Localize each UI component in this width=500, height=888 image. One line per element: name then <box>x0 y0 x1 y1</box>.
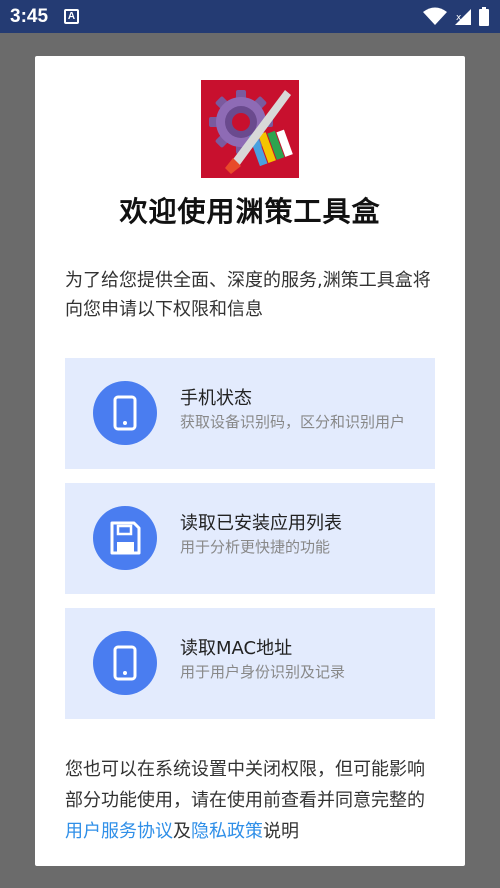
permission-title: 读取MAC地址 <box>180 638 293 659</box>
permission-description: 获取设备识别码，区分和识别用户 <box>180 413 406 431</box>
permission-dialog: 欢迎使用渊策工具盒 为了给您提供全面、深度的服务,渊策工具盒将向您申请以下权限和… <box>35 56 465 866</box>
permission-description: 用于用户身份识别及记录 <box>180 663 346 681</box>
app-notification-icon: A <box>64 9 79 24</box>
signal-icon: x <box>454 9 471 25</box>
permission-title: 读取已安装应用列表 <box>180 513 342 534</box>
intro-text: 为了给您提供全面、深度的服务,渊策工具盒将向您申请以下权限和信息 <box>65 270 431 320</box>
wifi-icon <box>422 7 447 25</box>
privacy-policy-link[interactable]: 隐私政策 <box>191 821 263 842</box>
permission-item-installed-apps: 读取已安装应用列表 用于分析更快捷的功能 <box>65 483 435 594</box>
permission-item-mac-address: 读取MAC地址 用于用户身份识别及记录 <box>65 608 435 719</box>
permission-title: 手机状态 <box>180 388 252 409</box>
status-icons: x <box>422 6 490 28</box>
gear-palette-icon <box>201 80 299 178</box>
footer-conjunction: 及 <box>173 821 191 842</box>
permission-description: 用于分析更快捷的功能 <box>180 538 331 556</box>
app-logo <box>201 80 299 178</box>
user-agreement-link[interactable]: 用户服务协议 <box>65 821 173 842</box>
footer-note: 您也可以在系统设置中关闭权限，但可能影响部分功能使用，请在使用前查看并同意完整的… <box>65 754 439 847</box>
phone-icon <box>93 381 157 445</box>
battery-icon <box>479 7 489 26</box>
svg-text:x: x <box>456 13 462 23</box>
footer-text: 您也可以在系统设置中关闭权限，但可能影响部分功能使用，请在使用前查看并同意完整的 <box>65 759 425 811</box>
status-time: 3:45 <box>10 6 49 27</box>
status-bar: 3:45 A x <box>0 0 500 33</box>
footer-suffix: 说明 <box>263 821 299 842</box>
dialog-title: 欢迎使用渊策工具盒 <box>119 195 381 228</box>
permission-item-phone-state: 手机状态 获取设备识别码，区分和识别用户 <box>65 358 435 469</box>
floppy-disk-icon <box>93 506 157 570</box>
phone-icon <box>93 631 157 695</box>
